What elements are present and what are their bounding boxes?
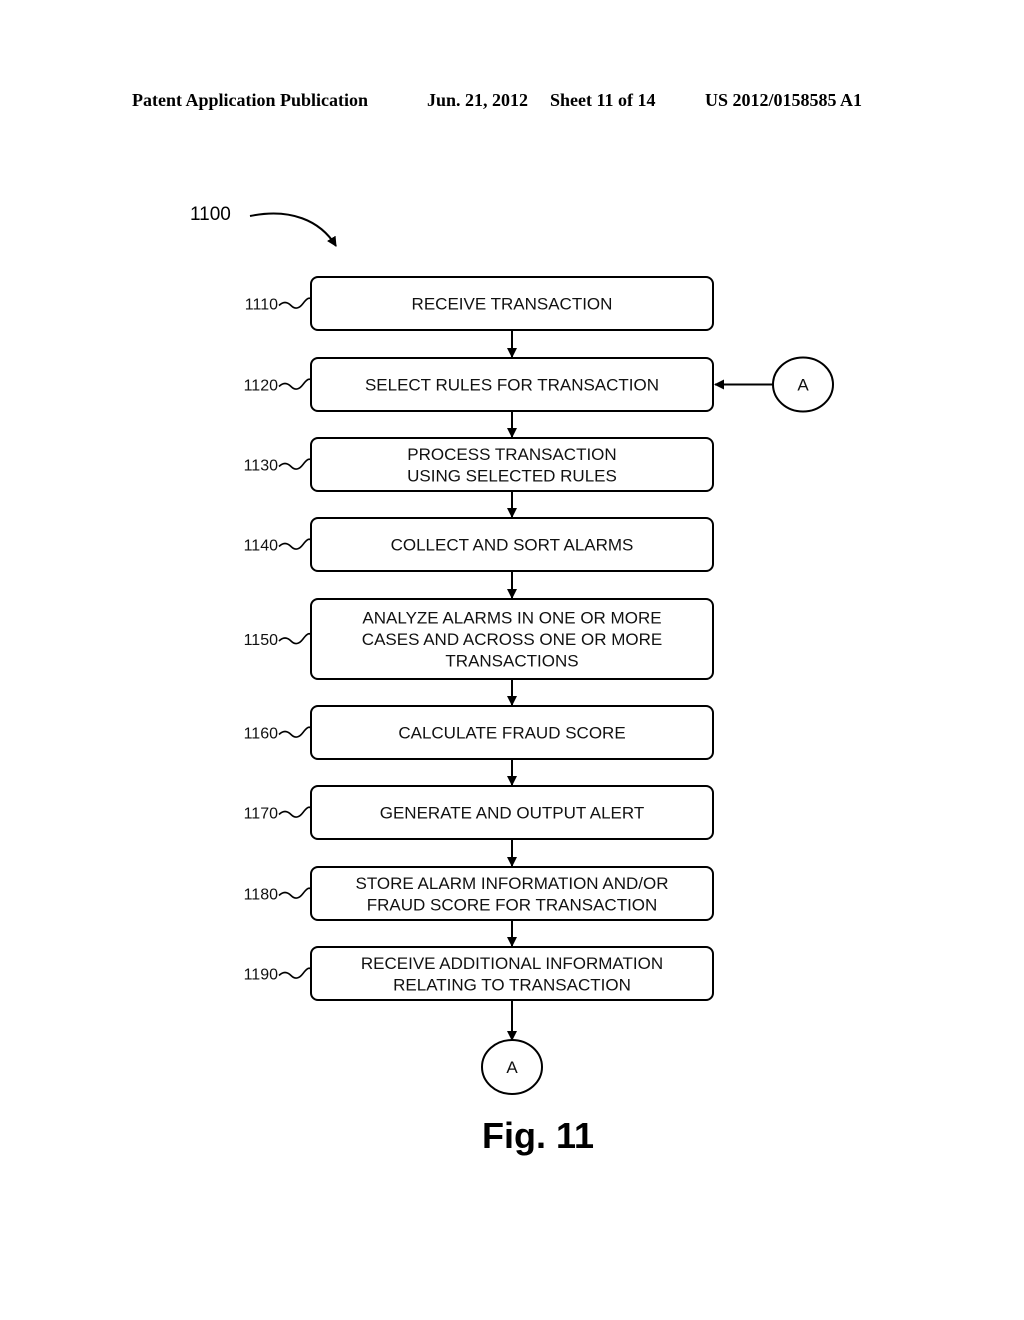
step-ref-number: 1150	[244, 632, 279, 649]
leader-squiggle	[278, 632, 312, 645]
step-text: SELECT RULES FOR TRANSACTION	[365, 376, 659, 395]
step-text: TRANSACTIONS	[445, 652, 578, 671]
leader-squiggle	[278, 726, 312, 738]
leader-squiggle	[278, 887, 312, 899]
step-text: RECEIVE ADDITIONAL INFORMATION	[361, 954, 663, 973]
step-ref-number: 1170	[244, 806, 279, 823]
leader-squiggle	[278, 806, 312, 818]
leader-squiggle	[278, 967, 312, 979]
step-ref-number: 1160	[244, 726, 279, 743]
flow-step-1170: GENERATE AND OUTPUT ALERT 1170	[244, 785, 714, 867]
flow-step-1120: SELECT RULES FOR TRANSACTION 1120	[244, 357, 714, 438]
leader-squiggle	[278, 378, 312, 390]
step-text: FRAUD SCORE FOR TRANSACTION	[367, 895, 658, 914]
step-ref-number: 1120	[244, 378, 279, 395]
leader-squiggle	[278, 297, 312, 309]
step-ref-number: 1130	[244, 458, 279, 475]
step-text: GENERATE AND OUTPUT ALERT	[380, 804, 645, 823]
diagram-pointer-arrow	[249, 212, 337, 247]
step-text: RECEIVE TRANSACTION	[412, 295, 613, 314]
connector-a-out: A	[481, 1000, 543, 1095]
connector-label: A	[797, 376, 809, 395]
flow-step-1130: PROCESS TRANSACTION USING SELECTED RULES 1…	[244, 437, 714, 518]
flow-step-1160: CALCULATE FRAUD SCORE 1160	[244, 705, 714, 786]
step-text: ANALYZE ALARMS IN ONE OR MORE	[362, 609, 661, 628]
figure-label: Fig. 11	[481, 1115, 595, 1156]
connector-a-in: A	[714, 356, 834, 413]
step-ref-number: 1190	[244, 967, 279, 984]
step-text: COLLECT AND SORT ALARMS	[391, 536, 634, 555]
step-text: CASES AND ACROSS ONE OR MORE	[362, 630, 662, 649]
leader-squiggle	[278, 458, 312, 470]
step-text: USING SELECTED RULES	[407, 466, 617, 485]
step-ref-number: 1110	[245, 297, 278, 314]
step-text: CALCULATE FRAUD SCORE	[398, 724, 625, 743]
flow-step-1180: STORE ALARM INFORMATION AND/OR FRAUD SCOR…	[244, 866, 714, 947]
leader-squiggle	[278, 538, 312, 550]
step-ref-number: 1140	[244, 538, 279, 555]
step-text: RELATING TO TRANSACTION	[393, 975, 631, 994]
flow-step-1140: COLLECT AND SORT ALARMS 1140	[244, 517, 714, 599]
flow-step-1110: RECEIVE TRANSACTION 1110	[245, 276, 714, 358]
flow-step-1150: ANALYZE ALARMS IN ONE OR MORE CASES AND A…	[244, 598, 714, 706]
connector-label: A	[506, 1058, 518, 1077]
step-text: STORE ALARM INFORMATION AND/OR	[356, 874, 669, 893]
step-ref-number: 1180	[244, 887, 279, 904]
flow-step-1190: RECEIVE ADDITIONAL INFORMATION RELATING T…	[244, 946, 714, 1001]
step-text: PROCESS TRANSACTION	[407, 445, 616, 464]
